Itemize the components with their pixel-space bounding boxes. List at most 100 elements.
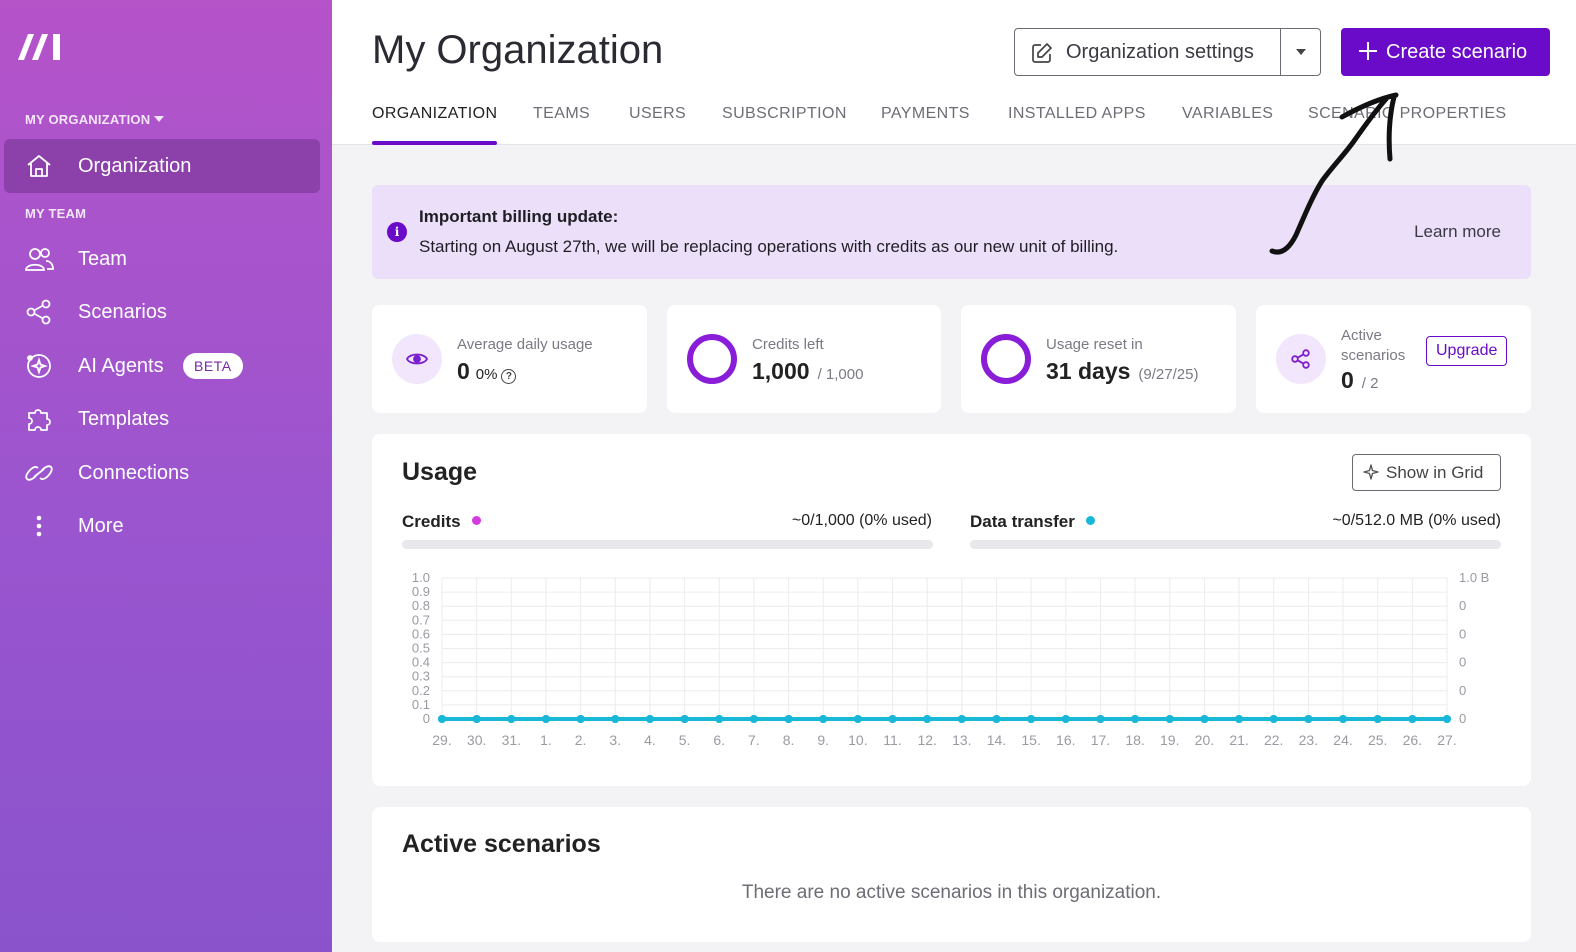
tab-teams[interactable]: TEAMS — [533, 105, 590, 145]
tab-users[interactable]: USERS — [629, 105, 686, 145]
sidebar-item-organization[interactable]: Organization — [4, 139, 320, 193]
show-in-grid-label: Show in Grid — [1386, 462, 1484, 482]
usage-title: Usage — [402, 458, 478, 486]
y-right-tick-label: 0 — [1459, 711, 1466, 726]
settings-dropdown-toggle[interactable] — [1281, 29, 1321, 75]
y-tick-label: 0.1 — [412, 697, 430, 712]
data-point — [1131, 715, 1140, 723]
x-tick-label: 17. — [1091, 732, 1110, 748]
data-point — [957, 715, 966, 723]
data-label-text: Data transfer — [970, 512, 1075, 531]
data-point — [472, 715, 481, 723]
plus-icon — [1359, 42, 1377, 60]
share-nodes-icon — [24, 297, 54, 327]
sparkle-icon — [1363, 464, 1379, 480]
tab-scenario-properties[interactable]: SCENARIO PROPERTIES — [1308, 105, 1506, 145]
banner-text: Starting on August 27th, we will be repl… — [419, 237, 1119, 256]
puzzle-icon — [24, 404, 54, 434]
upgrade-button[interactable]: Upgrade — [1426, 336, 1508, 366]
x-tick-label: 8. — [783, 732, 795, 748]
x-tick-label: 29. — [432, 732, 451, 748]
data-point — [1061, 715, 1070, 723]
tab-installed-apps[interactable]: INSTALLED APPS — [1008, 105, 1146, 145]
organization-settings-button[interactable]: Organization settings — [1014, 28, 1321, 76]
data-point — [819, 715, 828, 723]
x-tick-label: 18. — [1125, 732, 1144, 748]
credits-progress-bar — [402, 540, 933, 549]
credits-ring-icon — [687, 334, 737, 384]
create-scenario-button[interactable]: Create scenario — [1341, 28, 1550, 76]
y-tick-label: 1.0 — [412, 570, 430, 585]
reset-value: 31 days — [1046, 358, 1131, 384]
sidebar-item-scenarios[interactable]: Scenarios — [4, 285, 320, 339]
y-tick-label: 0.3 — [412, 669, 430, 684]
sidebar-item-label: AI Agents — [78, 354, 164, 377]
link-icon — [24, 458, 54, 488]
y-right-tick-label: 0 — [1459, 598, 1466, 613]
credits-total: / 1,000 — [817, 366, 864, 383]
sidebar-item-ai-agents[interactable]: AI Agents BETA — [4, 339, 320, 393]
data-transfer-meter-value: ~0/512.0 MB (0% used) — [1332, 512, 1501, 529]
tab-organization[interactable]: ORGANIZATION — [372, 105, 498, 145]
sidebar-item-templates[interactable]: Templates — [4, 392, 320, 446]
x-tick-label: 10. — [848, 732, 867, 748]
sidebar-item-label: More — [78, 514, 124, 537]
x-tick-label: 1. — [540, 732, 552, 748]
make-logo-icon[interactable] — [16, 30, 62, 62]
y-tick-label: 0.8 — [412, 598, 430, 613]
y-tick-label: 0.4 — [412, 655, 430, 670]
sidebar-item-connections[interactable]: Connections — [4, 446, 320, 500]
help-icon[interactable]: ? — [501, 369, 517, 384]
x-tick-label: 24. — [1333, 732, 1352, 748]
x-tick-label: 30. — [467, 732, 486, 748]
active-limit: / 2 — [1361, 375, 1379, 392]
tab-subscription[interactable]: SUBSCRIPTION — [722, 105, 847, 145]
sidebar-item-more[interactable]: More — [4, 499, 320, 553]
y-right-tick-label: 0 — [1459, 626, 1466, 641]
x-tick-label: 13. — [952, 732, 971, 748]
average-daily-usage-card: Average daily usage 0 0%? — [372, 305, 647, 413]
create-scenario-label: Create scenario — [1386, 40, 1528, 63]
credits-meter-label: Credits — [402, 512, 481, 532]
reset-date: (9/27/25) — [1138, 366, 1199, 383]
sidebar-item-team[interactable]: Team — [4, 232, 320, 286]
data-point — [611, 715, 620, 723]
data-point — [576, 715, 585, 723]
y-tick-label: 0 — [423, 711, 430, 726]
y-right-tick-label: 1.0 B — [1459, 570, 1489, 585]
chevron-down-icon — [1296, 49, 1306, 55]
x-tick-label: 2. — [575, 732, 587, 748]
credits-label-text: Credits — [402, 512, 461, 531]
data-transfer-meter-label: Data transfer — [970, 512, 1095, 532]
x-tick-label: 7. — [748, 732, 760, 748]
stat-value: 0 0%? — [457, 358, 517, 385]
stat-label: Average daily usage — [457, 336, 593, 353]
data-transfer-progress-bar — [970, 540, 1501, 549]
data-point — [1373, 715, 1382, 723]
empty-state-text: There are no active scenarios in this or… — [741, 882, 1162, 903]
y-tick-label: 0.9 — [412, 584, 430, 599]
sidebar-item-label: Team — [78, 247, 127, 270]
data-point — [645, 715, 654, 723]
x-tick-label: 25. — [1368, 732, 1387, 748]
learn-more-link[interactable]: Learn more — [1414, 222, 1501, 242]
credits-legend-dot — [471, 516, 481, 525]
info-icon: i — [387, 222, 407, 242]
credits-value: 1,000 — [752, 358, 810, 384]
banner-title: Important billing update: — [419, 207, 619, 226]
tab-variables[interactable]: VARIABLES — [1182, 105, 1273, 145]
usage-reset-card: Usage reset in 31 days (9/27/25) — [961, 305, 1236, 413]
x-tick-label: 31. — [502, 732, 521, 748]
stat-value: 0 / 2 — [1341, 367, 1378, 394]
x-tick-label: 27. — [1437, 732, 1456, 748]
x-tick-label: 20. — [1195, 732, 1214, 748]
tab-payments[interactable]: PAYMENTS — [881, 105, 970, 145]
data-point — [923, 715, 932, 723]
org-switcher[interactable]: MY ORGANIZATION — [25, 112, 165, 127]
data-point — [749, 715, 758, 723]
show-in-grid-button[interactable]: Show in Grid — [1352, 454, 1501, 491]
data-point — [438, 715, 446, 723]
x-tick-label: 3. — [609, 732, 621, 748]
stat-label-line: Active — [1341, 327, 1382, 344]
x-tick-label: 16. — [1056, 732, 1075, 748]
